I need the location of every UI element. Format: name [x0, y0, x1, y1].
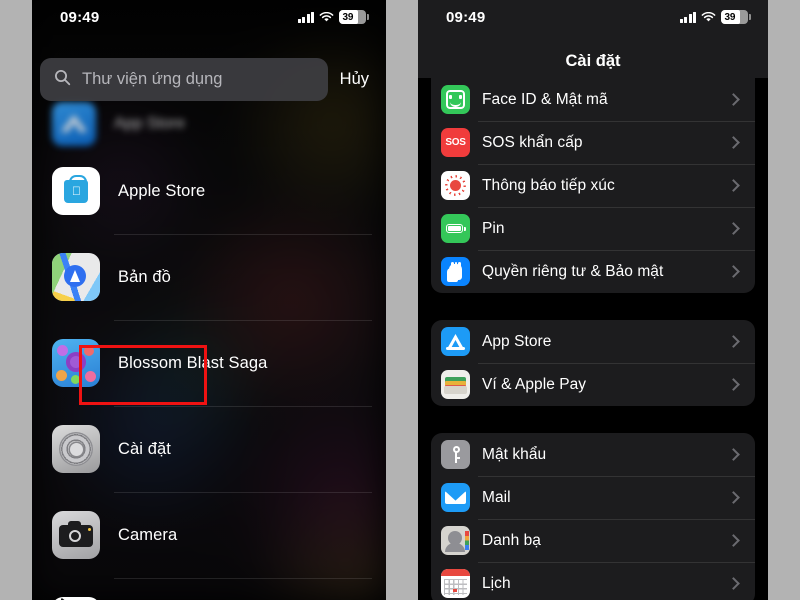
app-store-icon: [52, 102, 96, 146]
exposure-notification-icon: [441, 171, 470, 200]
app-label: Camera: [118, 525, 178, 544]
status-indicators: 39: [679, 10, 751, 24]
chevron-right-icon: [727, 448, 740, 461]
wifi-icon: [701, 11, 716, 23]
row-label: Lịch: [482, 574, 511, 592]
right-status-bar: 09:49 39: [418, 0, 768, 34]
row-label: Face ID & Mật mã: [482, 90, 608, 108]
list-item[interactable]: Camera: [32, 492, 386, 578]
partial-app-label: App Store: [114, 115, 186, 132]
row-label: Mật khẩu: [482, 445, 547, 463]
left-phone-screen: 09:49 39 Thư viện ứng dụng Hủy App Store: [32, 0, 386, 600]
battery-percent: 39: [724, 11, 736, 23]
battery-indicator: 39: [339, 10, 369, 24]
maps-icon: [52, 253, 100, 301]
table-row[interactable]: SOS SOS khẩn cấp: [431, 121, 755, 164]
left-status-bar: 09:49 39: [32, 0, 386, 34]
chevron-right-icon: [727, 93, 740, 106]
row-label: Thông báo tiếp xúc: [482, 176, 615, 194]
key-icon: [441, 440, 470, 469]
list-item[interactable]: Bản đồ: [32, 234, 386, 320]
list-item-settings[interactable]: Cài đặt: [32, 406, 386, 492]
table-row[interactable]: App Store: [431, 320, 755, 363]
contacts-icon: [441, 526, 470, 555]
table-row[interactable]: Quyền riêng tư & Bảo mật: [431, 250, 755, 293]
wallet-icon: [441, 370, 470, 399]
app-label: Cài đặt: [118, 439, 171, 458]
table-row-battery[interactable]: Pin: [431, 207, 755, 250]
row-label: App Store: [482, 332, 552, 350]
app-library-list:  Apple Store Bản đồ Blossom Blast Saga …: [32, 148, 386, 600]
row-label: Ví & Apple Pay: [482, 375, 587, 393]
app-label: Blossom Blast Saga: [118, 353, 268, 372]
chevron-right-icon: [727, 222, 740, 235]
partial-app-row-app-store[interactable]: App Store: [32, 94, 386, 154]
table-row[interactable]: Danh bạ: [431, 519, 755, 562]
search-bar-container: Thư viện ứng dụng Hủy: [32, 57, 386, 102]
settings-group-apps: Mật khẩu Mail Danh bạ Lịch: [431, 433, 755, 600]
app-label: Apple Store: [118, 181, 206, 200]
table-row[interactable]: Ví & Apple Pay: [431, 363, 755, 406]
settings-group-store: App Store Ví & Apple Pay: [431, 320, 755, 406]
table-row[interactable]: Face ID & Mật mã: [431, 78, 755, 121]
sos-icon: SOS: [441, 128, 470, 157]
chevron-right-icon: [727, 534, 740, 547]
status-time: 09:49: [446, 9, 486, 26]
battery-indicator: 39: [721, 10, 751, 24]
chevron-right-icon: [727, 491, 740, 504]
chevron-right-icon: [727, 179, 740, 192]
settings-gear-icon: [52, 425, 100, 473]
chevron-right-icon: [727, 265, 740, 278]
page-title: Cài đặt: [565, 52, 621, 70]
row-label: Quyền riêng tư & Bảo mật: [482, 262, 664, 280]
battery-icon: [441, 214, 470, 243]
privacy-hand-icon: [441, 257, 470, 286]
wifi-icon: [319, 11, 334, 23]
cellular-bars-icon: [679, 11, 696, 23]
face-id-icon: [441, 85, 470, 114]
settings-scroll-area[interactable]: Face ID & Mật mã SOS SOS khẩn cấp Thông …: [418, 78, 768, 600]
camera-icon: [52, 511, 100, 559]
cellular-bars-icon: [297, 11, 314, 23]
table-row[interactable]: Lịch: [431, 562, 755, 600]
status-time: 09:49: [60, 9, 100, 26]
table-row[interactable]: Mật khẩu: [431, 433, 755, 476]
chevron-right-icon: [727, 378, 740, 391]
blossom-blast-saga-icon: [52, 339, 100, 387]
apple-store-icon: : [52, 167, 100, 215]
row-label: Danh bạ: [482, 531, 541, 549]
row-label: Mail: [482, 488, 511, 506]
settings-group-security: Face ID & Mật mã SOS SOS khẩn cấp Thông …: [431, 78, 755, 293]
status-indicators: 39: [297, 10, 369, 24]
table-row[interactable]: Mail: [431, 476, 755, 519]
list-item[interactable]: CapCut: [32, 578, 386, 600]
app-label: Bản đồ: [118, 267, 171, 286]
row-label: Pin: [482, 219, 505, 237]
chevron-right-icon: [727, 335, 740, 348]
right-phone-screen: 09:49 39 Cài đặt Face ID & Mật mã SOS SO…: [418, 0, 768, 600]
list-item[interactable]: Blossom Blast Saga: [32, 320, 386, 406]
settings-navbar: 09:49 39 Cài đặt: [418, 0, 768, 78]
app-store-icon: [441, 327, 470, 356]
search-icon: [54, 69, 71, 91]
mail-icon: [441, 483, 470, 512]
calendar-icon: [441, 569, 470, 598]
battery-percent: 39: [342, 11, 354, 23]
chevron-right-icon: [727, 136, 740, 149]
chevron-right-icon: [727, 577, 740, 590]
search-input[interactable]: Thư viện ứng dụng: [40, 58, 328, 101]
search-placeholder: Thư viện ứng dụng: [82, 70, 223, 88]
table-row[interactable]: Thông báo tiếp xúc: [431, 164, 755, 207]
cancel-button[interactable]: Hủy: [328, 70, 378, 89]
row-label: SOS khẩn cấp: [482, 133, 583, 151]
list-item[interactable]:  Apple Store: [32, 148, 386, 234]
